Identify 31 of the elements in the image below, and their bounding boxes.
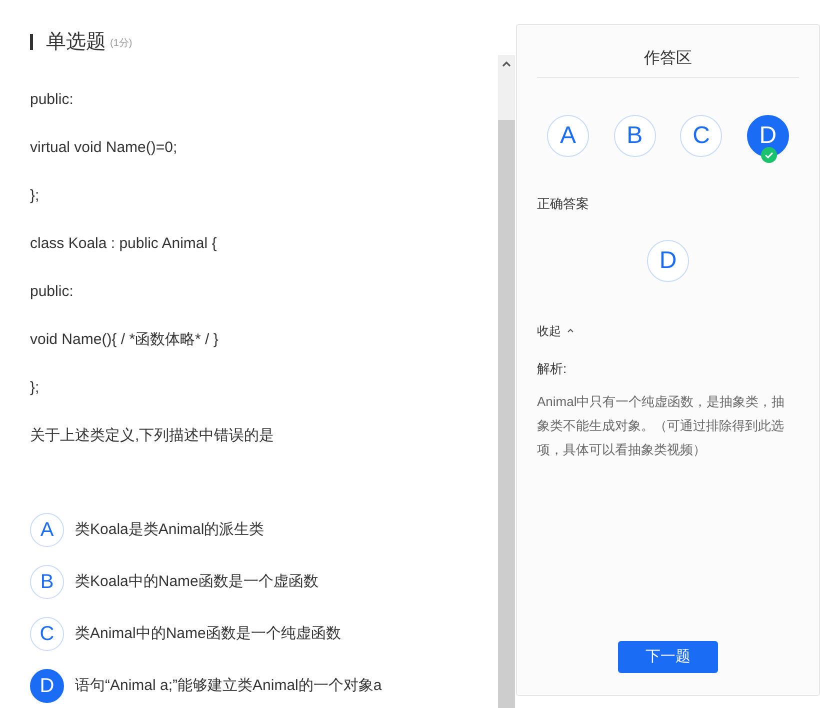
code-line: };	[30, 186, 40, 206]
code-line: class Koala : public Animal {	[30, 234, 217, 254]
option-letter[interactable]: A	[30, 513, 64, 547]
question-score: (1分)	[110, 37, 132, 51]
scroll-up-icon[interactable]	[502, 61, 511, 67]
code-line: public:	[30, 90, 74, 110]
code-line: virtual void Name()=0;	[30, 138, 178, 158]
code-line: };	[30, 378, 40, 398]
option-letter[interactable]: D	[30, 669, 64, 703]
question-text: 关于上述类定义,下列描述中错误的是	[30, 426, 274, 446]
option-letter[interactable]: C	[30, 617, 64, 651]
next-question-button[interactable]: 下一题	[618, 641, 718, 673]
code-line: public:	[30, 282, 74, 302]
analysis-label: 解析:	[537, 360, 568, 378]
collapse-toggle[interactable]: 收起	[537, 322, 574, 340]
analysis-text: Animal中只有一个纯虚函数，是抽象类，抽象类不能生成对象。（可通过排除得到此选项，具体可以看抽象类视频）	[537, 393, 786, 459]
option-letter[interactable]: B	[30, 565, 64, 599]
correct-answer-label: 正确答案	[537, 195, 590, 213]
option-text[interactable]: 类Koala是类Animal的派生类	[75, 518, 264, 542]
correct-answer: D	[647, 240, 689, 282]
option-text[interactable]: 类Koala中的Name函数是一个虚函数	[75, 570, 318, 594]
panel-title: 作答区	[644, 49, 692, 69]
question-type-title: 单选题	[46, 30, 106, 54]
option-text[interactable]: 语句“Animal a;”能够建立类Animal的一个对象a	[75, 674, 382, 698]
option-text[interactable]: 类Animal中的Name函数是一个纯虚函数	[75, 622, 341, 646]
answer-choice[interactable]: B	[614, 115, 656, 157]
answer-choice[interactable]: C	[680, 115, 722, 157]
answer-choice[interactable]: A	[547, 115, 589, 157]
answer-choice[interactable]: D	[746, 115, 789, 157]
caret-icon	[567, 328, 574, 333]
code-line: void Name(){ / *函数体略* / }	[30, 330, 218, 350]
